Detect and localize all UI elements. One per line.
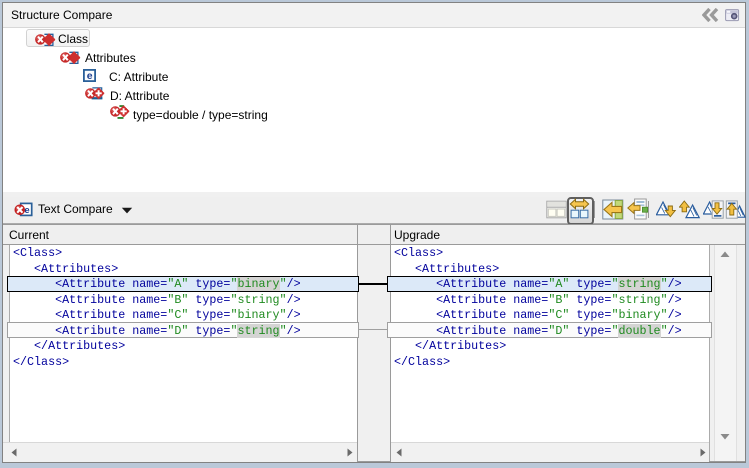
svg-text:e: e	[87, 70, 93, 82]
svg-text:e: e	[24, 205, 29, 216]
